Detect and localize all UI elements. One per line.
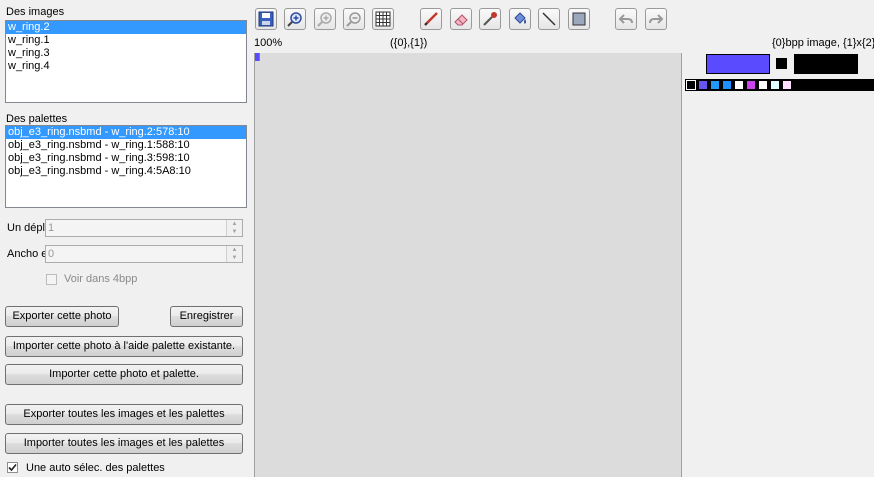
zoom-out-icon (346, 12, 361, 27)
save-icon (258, 11, 274, 27)
zoom-in-disabled-icon (317, 12, 332, 27)
color-picker-button[interactable] (479, 8, 501, 30)
palette-swatch[interactable] (734, 80, 744, 90)
pencil-icon (424, 12, 438, 26)
undo-icon (618, 14, 633, 24)
grid-icon (375, 11, 391, 27)
grid-button[interactable] (372, 8, 394, 30)
palettes-label: Des palettes (6, 113, 68, 125)
stepper-arrows[interactable]: ▲ ▼ (226, 246, 242, 262)
width-value: 0 (48, 248, 55, 260)
width-stepper[interactable]: 0 ▲ ▼ (45, 245, 243, 263)
palettes-list[interactable]: obj_e3_ring.nsbmd - w_ring.2:578:10 obj_… (5, 125, 247, 208)
line-button[interactable] (538, 8, 560, 30)
images-list[interactable]: w_ring.2 w_ring.1 w_ring.3 w_ring.4 (5, 20, 247, 103)
list-item[interactable]: w_ring.2 (6, 21, 246, 34)
fill-bucket-icon (514, 12, 526, 24)
rectangle-button[interactable] (568, 8, 590, 30)
zoom-in-button[interactable] (284, 8, 306, 30)
export-photo-button[interactable]: Exporter cette photo (5, 306, 119, 327)
undo-button[interactable] (615, 8, 637, 30)
list-item[interactable]: obj_e3_ring.nsbmd - w_ring.3:598:10 (6, 152, 246, 165)
line-icon (542, 12, 556, 26)
redo-button[interactable] (645, 8, 667, 30)
checkmark-icon (8, 463, 17, 472)
eraser-icon (454, 14, 468, 26)
import-all-button[interactable]: Importer toutes les images et les palett… (5, 433, 243, 454)
width-label: Ancho e (7, 248, 46, 260)
palette-swatch[interactable] (746, 80, 756, 90)
zoom-in-icon (287, 12, 302, 27)
list-item[interactable]: obj_e3_ring.nsbmd - w_ring.2:578:10 (6, 126, 246, 139)
color-preview (794, 54, 858, 74)
eraser-button[interactable] (450, 8, 472, 30)
show-4bpp-label: Voir dans 4bpp (64, 273, 138, 285)
palette-swatch[interactable] (782, 80, 792, 90)
image-preview-edge (259, 53, 260, 61)
stepper-arrows[interactable]: ▲ ▼ (226, 220, 242, 236)
list-item[interactable]: obj_e3_ring.nsbmd - w_ring.1:588:10 (6, 139, 246, 152)
images-label: Des images (6, 6, 65, 18)
zoom-in-alt-button[interactable] (314, 8, 336, 30)
auto-select-checkbox[interactable] (7, 462, 18, 473)
offset-label: Un dépl (7, 222, 45, 234)
rectangle-icon (572, 12, 586, 26)
cursor-coords: ({0},{1}) (390, 37, 428, 49)
offset-value: 1 (48, 222, 55, 234)
palette-swatch[interactable] (710, 80, 720, 90)
arrow-up-icon[interactable]: ▲ (227, 246, 242, 254)
palette-swatch[interactable] (698, 80, 708, 90)
save-button[interactable]: Enregistrer (170, 306, 243, 327)
import-existing-palette-button[interactable]: Importer cette photo à l'aide palette ex… (5, 336, 243, 357)
image-canvas[interactable] (254, 53, 682, 477)
zoom-level: 100% (254, 37, 283, 49)
image-info: {0}bpp image, {1}x{2} (772, 37, 874, 49)
selected-color[interactable] (706, 54, 770, 74)
palette-strip[interactable] (685, 79, 874, 91)
arrow-down-icon[interactable]: ▼ (227, 254, 242, 262)
palette-swatch[interactable] (758, 80, 768, 90)
list-item[interactable]: w_ring.4 (6, 60, 246, 73)
offset-stepper[interactable]: 1 ▲ ▼ (45, 219, 243, 237)
pencil-button[interactable] (420, 8, 442, 30)
list-item[interactable]: w_ring.3 (6, 47, 246, 60)
save-tool-button[interactable] (255, 8, 277, 30)
arrow-up-icon[interactable]: ▲ (227, 220, 242, 228)
palette-swatch[interactable] (722, 80, 732, 90)
arrow-down-icon[interactable]: ▼ (227, 228, 242, 236)
export-all-button[interactable]: Exporter toutes les images et les palett… (5, 404, 243, 425)
import-photo-palette-button[interactable]: Importer cette photo et palette. (5, 364, 243, 385)
fill-bucket-button[interactable] (509, 8, 531, 30)
palette-swatch[interactable] (770, 80, 780, 90)
redo-icon (649, 14, 664, 24)
secondary-color[interactable] (776, 58, 787, 69)
zoom-out-button[interactable] (343, 8, 365, 30)
show-4bpp-checkbox[interactable] (46, 274, 57, 285)
palette-swatch[interactable] (686, 80, 696, 90)
list-item[interactable]: w_ring.1 (6, 34, 246, 47)
color-picker-icon (483, 12, 497, 26)
auto-select-label: Une auto sélec. des palettes (26, 462, 165, 474)
list-item[interactable]: obj_e3_ring.nsbmd - w_ring.4:5A8:10 (6, 165, 246, 178)
